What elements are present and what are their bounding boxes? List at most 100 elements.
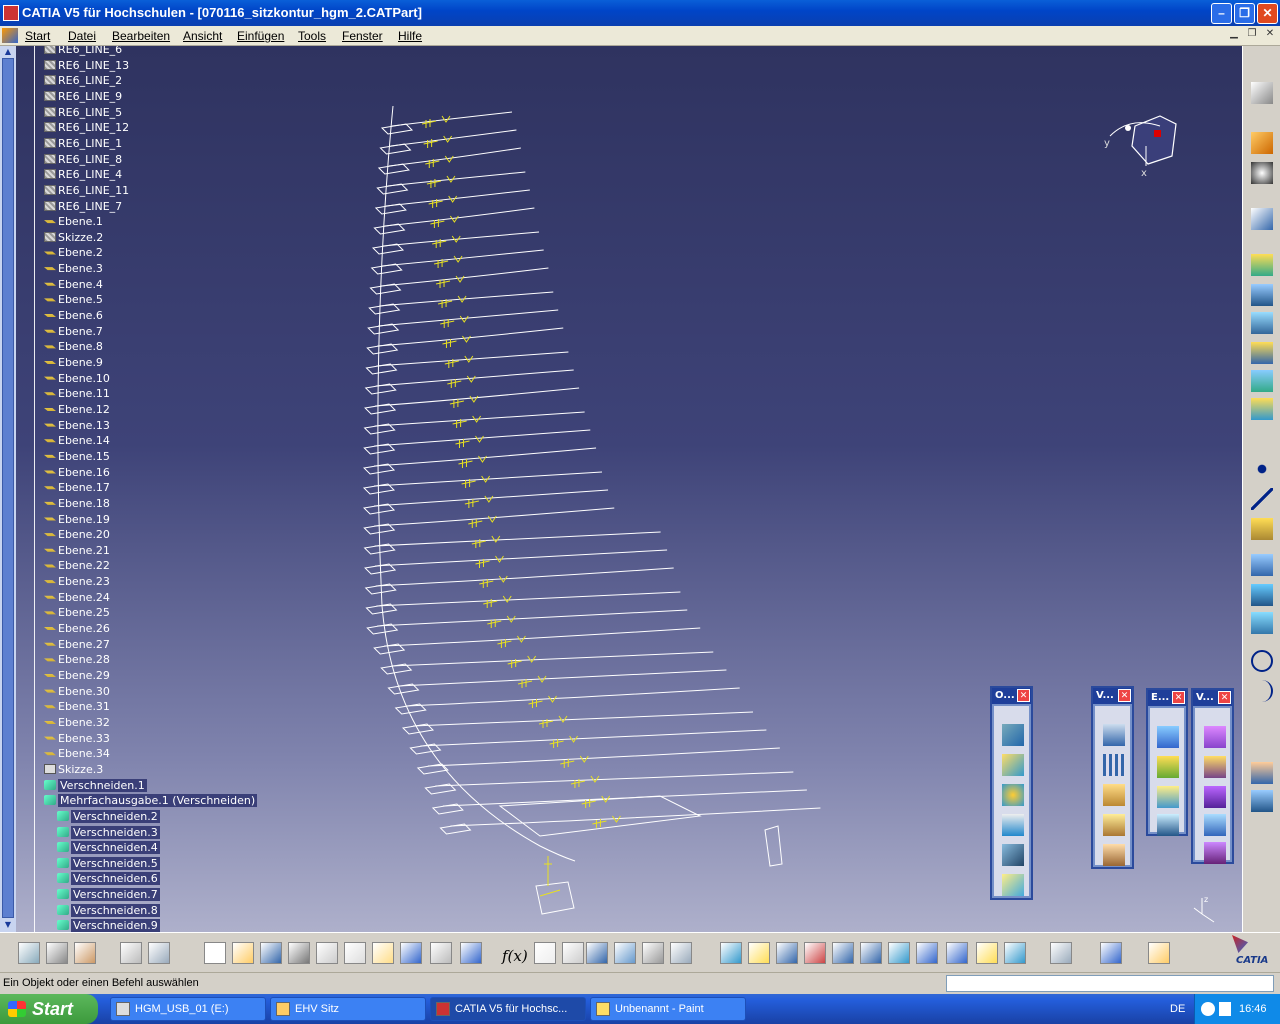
heal-icon[interactable]: [1002, 874, 1024, 896]
pad-icon[interactable]: [1204, 726, 1226, 748]
parallel-curve-icon[interactable]: [1251, 612, 1273, 634]
pattern-icon[interactable]: [1103, 754, 1125, 776]
command-input[interactable]: [946, 975, 1274, 992]
tree-node-line[interactable]: RE6_LINE_13: [44, 58, 129, 73]
tree-node-intersect[interactable]: Verschneiden.9: [57, 918, 160, 932]
menu-einfuegen[interactable]: Einfügen: [237, 29, 284, 43]
tree-node-plane[interactable]: Ebene.9: [44, 355, 103, 370]
rotate-view-icon[interactable]: [804, 942, 826, 964]
zoom-out-icon[interactable]: [860, 942, 882, 964]
panel-e-close-icon[interactable]: ✕: [1172, 691, 1185, 704]
panel-o-close-icon[interactable]: ✕: [1017, 689, 1030, 702]
tree-node-line[interactable]: RE6_LINE_5: [44, 105, 122, 120]
projection-icon[interactable]: [1251, 554, 1273, 576]
point-icon[interactable]: [1251, 458, 1273, 480]
task-hgm-usb[interactable]: HGM_USB_01 (E:): [110, 997, 266, 1021]
tree-node-plane[interactable]: Ebene.4: [44, 277, 103, 292]
fill-icon[interactable]: [1157, 814, 1179, 836]
select-trap-icon[interactable]: [1251, 162, 1273, 184]
spline-icon[interactable]: [1251, 680, 1273, 702]
menu-bearbeiten[interactable]: Bearbeiten: [112, 29, 170, 43]
tree-node-line[interactable]: RE6_LINE_11: [44, 183, 129, 198]
sweep-icon[interactable]: [1157, 786, 1179, 808]
tree-node-plane[interactable]: Ebene.15: [44, 449, 110, 464]
boundary-icon[interactable]: [1002, 784, 1024, 806]
tree-node-plane[interactable]: Ebene.13: [44, 418, 110, 433]
maximize-button[interactable]: ❐: [1234, 3, 1255, 24]
tree-node-plane[interactable]: Ebene.23: [44, 574, 110, 589]
tree-node-intersect[interactable]: Verschneiden.3: [57, 825, 160, 840]
fit-view-icon[interactable]: [748, 942, 770, 964]
tree-node-line[interactable]: RE6_LINE_7: [44, 199, 122, 214]
wireframe-icon[interactable]: [1251, 254, 1273, 276]
tree-node-plane[interactable]: Ebene.31: [44, 699, 110, 714]
tray-device-icon[interactable]: [1219, 1002, 1231, 1016]
table-icon[interactable]: [586, 942, 608, 964]
cylinder-icon[interactable]: [1251, 370, 1273, 392]
tree-node-plane[interactable]: Ebene.8: [44, 339, 103, 354]
surface-revolve-icon[interactable]: [1251, 312, 1273, 334]
open-icon[interactable]: [232, 942, 254, 964]
pan-icon[interactable]: [18, 942, 40, 964]
link-icon[interactable]: [562, 942, 584, 964]
sphere-icon[interactable]: [1251, 342, 1273, 364]
intersection-icon[interactable]: [1251, 584, 1273, 606]
plane-icon[interactable]: [1251, 518, 1273, 540]
menu-ansicht[interactable]: Ansicht: [183, 29, 222, 43]
tree-node-sketch[interactable]: Skizze.2: [44, 230, 103, 245]
tree-node-sketch[interactable]: Skizze.3: [44, 762, 103, 777]
start-button[interactable]: Start: [0, 994, 98, 1024]
tree-node-line[interactable]: RE6_LINE_2: [44, 73, 122, 88]
swap-icon[interactable]: [120, 942, 142, 964]
tree-node-plane[interactable]: Ebene.24: [44, 590, 110, 605]
pan-view-icon[interactable]: [720, 942, 742, 964]
menu-start[interactable]: Start: [25, 29, 50, 43]
offset-icon[interactable]: [1157, 756, 1179, 778]
tree-node-plane[interactable]: Ebene.3: [44, 261, 103, 276]
task-ehv-sitz[interactable]: EHV Sitz: [270, 997, 426, 1021]
copy-icon[interactable]: [344, 942, 366, 964]
shading-icon[interactable]: [946, 942, 968, 964]
tree-node-plane[interactable]: Ebene.18: [44, 496, 110, 511]
rotate-icon[interactable]: [1103, 724, 1125, 746]
tree-node-plane[interactable]: Ebene.28: [44, 652, 110, 667]
tree-node-plane[interactable]: Ebene.34: [44, 746, 110, 761]
tree-node-plane[interactable]: Ebene.14: [44, 433, 110, 448]
tree-node-plane[interactable]: Ebene.6: [44, 308, 103, 323]
tree-node-intersect[interactable]: Verschneiden.2: [57, 809, 160, 824]
sketch-icon[interactable]: [1251, 208, 1273, 230]
tree-node-plane[interactable]: Ebene.2: [44, 245, 103, 260]
compass-widget[interactable]: y x: [1100, 106, 1190, 196]
scale-icon[interactable]: [1103, 784, 1125, 806]
iso-view-icon[interactable]: [916, 942, 938, 964]
language-indicator[interactable]: DE: [1170, 994, 1185, 1024]
tree-node-plane[interactable]: Ebene.17: [44, 480, 110, 495]
tree-node-plane[interactable]: Ebene.22: [44, 558, 110, 573]
mdi-close-icon[interactable]: ✕: [1262, 28, 1278, 42]
tree-node-plane[interactable]: Ebene.12: [44, 402, 110, 417]
sketcher-shortcut-icon[interactable]: [1251, 82, 1273, 104]
task-catia[interactable]: CATIA V5 für Hochsc...: [430, 997, 586, 1021]
material-icon[interactable]: [1148, 942, 1170, 964]
law-icon[interactable]: [1251, 762, 1273, 784]
move-icon[interactable]: [776, 942, 798, 964]
fly-icon[interactable]: [46, 942, 68, 964]
tree-node-plane[interactable]: Ebene.1: [44, 214, 103, 229]
tree-node-plane[interactable]: Ebene.19: [44, 512, 110, 527]
join-icon[interactable]: [1002, 844, 1024, 866]
tree-node-line[interactable]: RE6_LINE_6: [44, 46, 122, 57]
hide-show-icon[interactable]: [976, 942, 998, 964]
swap-visible-icon[interactable]: [1004, 942, 1026, 964]
fit-all-icon[interactable]: [74, 942, 96, 964]
tree-node-plane[interactable]: Ebene.11: [44, 386, 110, 401]
print-icon[interactable]: [288, 942, 310, 964]
cut-icon[interactable]: [316, 942, 338, 964]
panel-v2-close-icon[interactable]: ✕: [1218, 691, 1231, 704]
boolean-icon[interactable]: [1204, 842, 1226, 864]
whats-this-icon[interactable]: [460, 942, 482, 964]
tree-node-plane[interactable]: Ebene.32: [44, 715, 110, 730]
tree-node-plane[interactable]: Ebene.33: [44, 731, 110, 746]
tree-node-plane[interactable]: Ebene.27: [44, 637, 110, 652]
tree-node-plane[interactable]: Ebene.25: [44, 605, 110, 620]
tree-node-intersect[interactable]: Verschneiden.7: [57, 887, 160, 902]
